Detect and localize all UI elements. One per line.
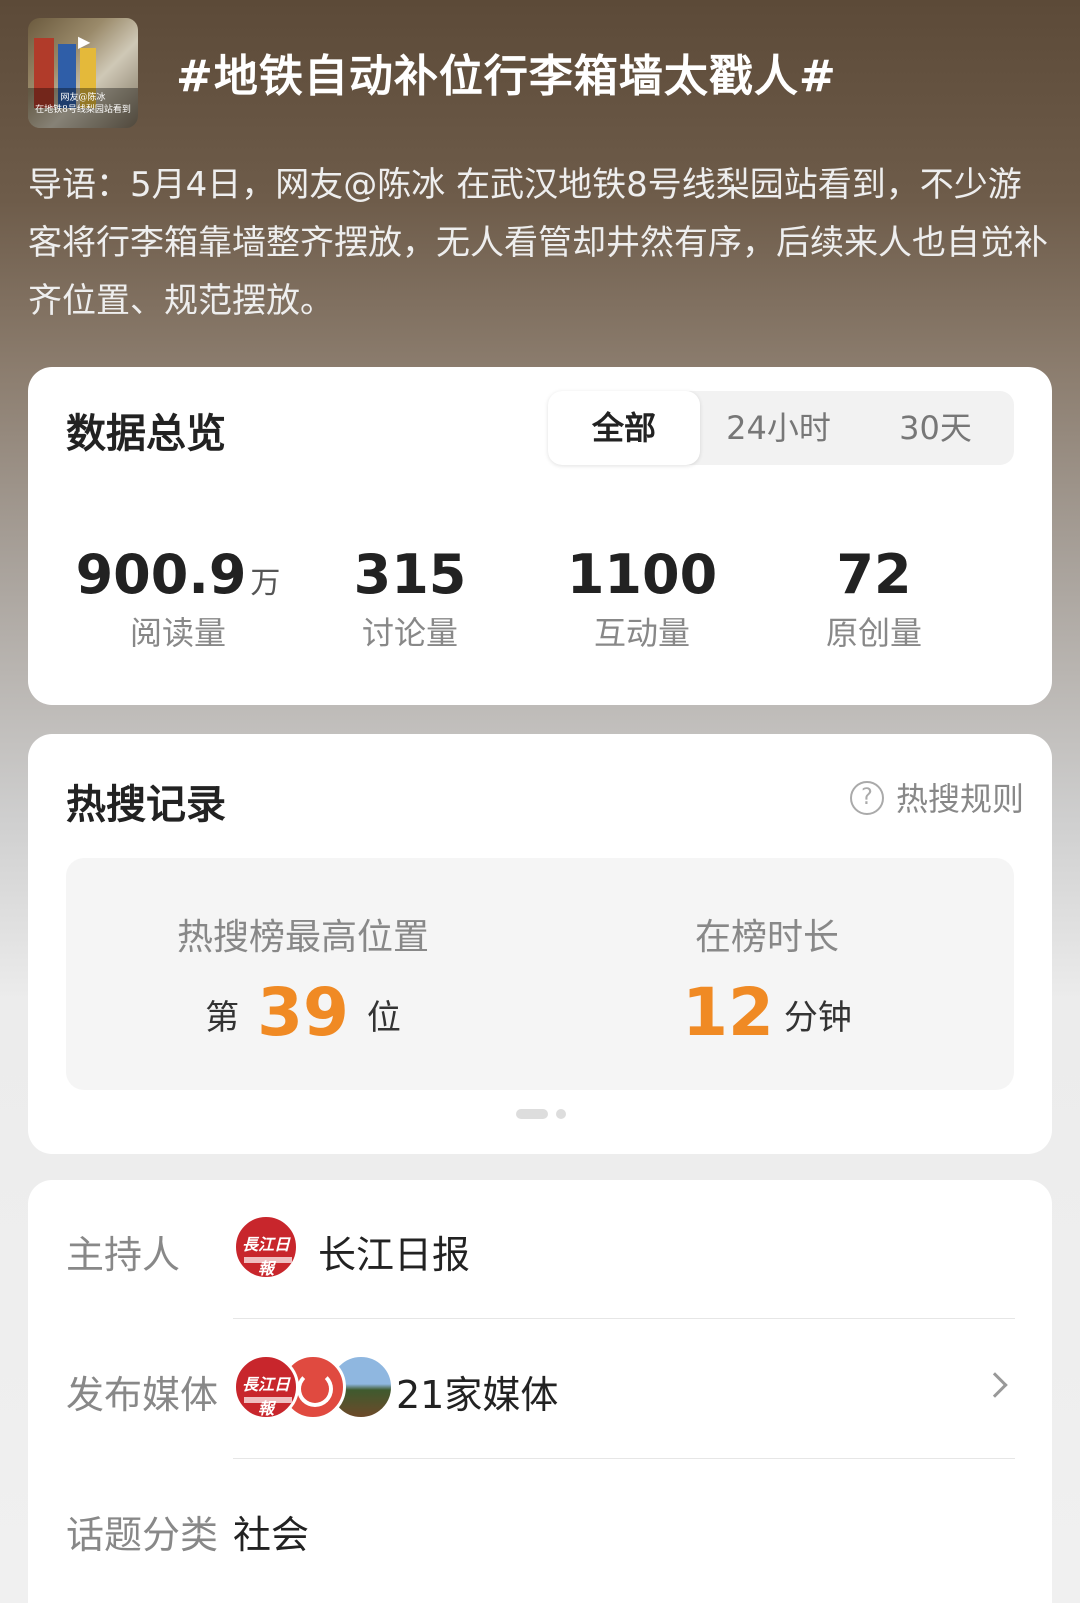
thumbnail-caption: 网友@陈冰 在地铁8号线梨园站看到 [28,88,138,128]
stat-label: 阅读量 [129,614,226,652]
play-icon: ▶ [78,32,91,51]
publishing-media-row[interactable]: 发布媒体 長江日報 21家媒体 [28,1320,1052,1458]
thumbnail-caption-line: 网友@陈冰 [60,93,106,103]
stat-value: 72 [836,543,912,606]
overview-title: 数据总览 [66,411,226,457]
hot-search-card: 热搜记录 ? 热搜规则 热搜榜最高位置 第 39 位 在榜时长 12 分钟 [28,734,1052,1154]
topic-info-card: 主持人 長江日報 长江日报 发布媒体 長江日報 21家媒体 话题分类 社会 [28,1180,1052,1603]
time-on-list: 在榜时长 12 分钟 [530,908,1004,1051]
tab-all[interactable]: 全部 [548,391,700,465]
category-row: 话题分类 社会 [28,1460,1052,1598]
topic-thumbnail[interactable]: ▶ 网友@陈冰 在地铁8号线梨园站看到 [28,18,138,128]
stat-reads: 900.9 万 阅读量 [58,543,298,654]
question-circle-icon: ? [849,781,884,815]
stat-value: 315 [353,543,467,606]
hot-search-stats[interactable]: 热搜榜最高位置 第 39 位 在榜时长 12 分钟 [66,858,1014,1090]
media-label: 发布媒体 [66,1373,219,1417]
host-row[interactable]: 主持人 長江日報 长江日报 [28,1180,1052,1318]
stat-label: 讨论量 [361,614,458,652]
thumbnail-caption-line: 在地铁8号线梨园站看到 [35,105,131,115]
tab-30d[interactable]: 30天 [857,391,1014,465]
stat-label: 互动量 [593,614,690,652]
topic-title: #地铁自动补位行李箱墙太戳人# [176,51,837,102]
page-dot [556,1109,566,1119]
data-overview-card: 数据总览 全部 24小时 30天 900.9 万 阅读量 315 讨论量 1100… [28,367,1052,705]
host-label: 主持人 [66,1233,181,1277]
stat-discussions: 315 讨论量 [290,543,530,654]
stat-interactions: 1100 互动量 [522,543,762,654]
topic-lead: 导语：5月4日，网友@陈冰 在武汉地铁8号线梨园站看到，不少游客将行李箱靠墙整齐… [28,165,1048,321]
divider [233,1458,1015,1459]
chevron-right-icon[interactable] [982,1372,1008,1398]
host-name: 长江日报 [318,1233,471,1277]
hot-search-rules-link[interactable]: ? 热搜规则 [849,774,1024,820]
time-range-segmented-control: 全部 24小时 30天 [548,391,1014,465]
divider [233,1318,1015,1319]
stat-value: 900.9 [75,543,247,606]
media-count: 21家媒体 [396,1373,559,1417]
changjiang-daily-logo: 長江日報 [233,1354,299,1420]
stat-unit: 万 [250,566,281,601]
hot-search-title: 热搜记录 [66,782,226,828]
time-on-list-label: 在榜时长 [694,917,839,958]
category-value: 社会 [233,1513,310,1557]
duration-unit: 分钟 [783,998,852,1038]
highest-position-label: 热搜榜最高位置 [176,917,429,958]
hot-search-rules-label: 热搜规则 [895,780,1024,818]
changjiang-daily-logo: 長江日報 [233,1214,299,1280]
topic-header: ▶ 网友@陈冰 在地铁8号线梨园站看到 #地铁自动补位行李箱墙太戳人# 导语：5… [0,0,1080,360]
stat-originals: 72 原创量 [754,543,994,654]
rank-suffix: 位 [366,998,401,1038]
rank-value: 39 [257,974,349,1051]
highest-position: 热搜榜最高位置 第 39 位 [66,908,540,1051]
stat-label: 原创量 [825,614,922,652]
page-indicator [516,1104,566,1123]
stat-value: 1100 [566,543,718,606]
category-label: 话题分类 [66,1513,219,1557]
duration-value: 12 [682,974,774,1051]
rank-prefix: 第 [205,998,240,1038]
tab-24h[interactable]: 24小时 [700,391,857,465]
page-dot-active [516,1109,548,1119]
